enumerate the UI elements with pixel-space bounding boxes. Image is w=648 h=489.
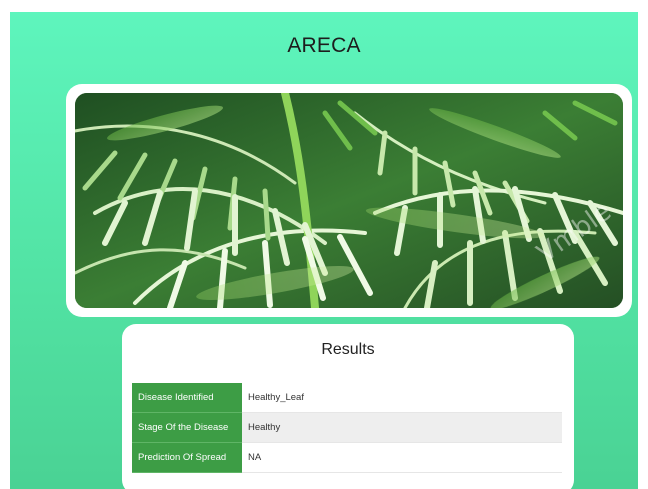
areca-leaf-photo: Vmble — [75, 93, 623, 308]
disease-stage-label: Stage Of the Disease — [132, 412, 242, 443]
image-card: Vmble — [66, 84, 632, 317]
table-row: Stage Of the Disease Healthy — [132, 412, 562, 443]
app-background: ARECA Vmble Results Disease Identified H… — [10, 12, 638, 489]
page-title: ARECA — [287, 34, 361, 57]
results-table: Disease Identified Healthy_Leaf Stage Of… — [132, 383, 562, 473]
spread-prediction-value: NA — [242, 442, 562, 473]
results-title: Results — [321, 341, 375, 358]
results-card: Results Disease Identified Healthy_Leaf … — [122, 324, 574, 489]
disease-identified-value: Healthy_Leaf — [242, 383, 562, 413]
table-row: Prediction Of Spread NA — [132, 442, 562, 473]
disease-identified-label: Disease Identified — [132, 383, 242, 413]
disease-stage-value: Healthy — [242, 412, 562, 443]
palm-photo-graphic: Vmble — [75, 93, 623, 308]
spread-prediction-label: Prediction Of Spread — [132, 442, 242, 473]
table-row: Disease Identified Healthy_Leaf — [132, 383, 562, 413]
